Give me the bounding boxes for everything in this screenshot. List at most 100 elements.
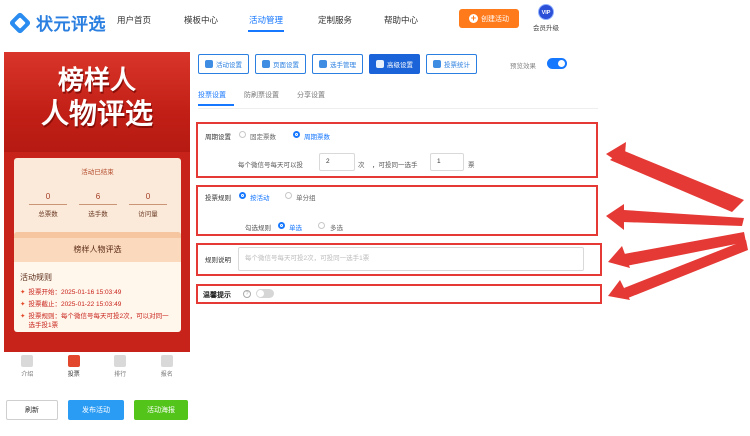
rule-text: 投票开始：2025-01-16 15:03:49	[28, 289, 122, 296]
subtab-share-settings[interactable]: 分享设置	[297, 90, 325, 100]
stat-divider	[29, 204, 67, 205]
sliders-icon	[376, 60, 384, 68]
option-single-group[interactable]: 单分组	[296, 192, 316, 202]
preview-tab-intro[interactable]: 介绍	[4, 352, 51, 382]
preview-tab-label: 报名	[160, 372, 173, 378]
preview-tab-vote[interactable]: 投票	[51, 352, 98, 382]
stat-value: 0	[145, 192, 151, 201]
stat-value: 6	[95, 192, 101, 201]
vip-upgrade[interactable]: VIP 会员升级	[531, 4, 561, 32]
daily-limit-unit: 次	[358, 162, 365, 169]
preview-tab-label: 投票	[67, 372, 80, 378]
tab-label: 页面设置	[273, 62, 299, 69]
logo[interactable]: 状元评选	[8, 10, 106, 35]
rule-item: ✦ 投票截止：2025-01-22 15:03:49	[20, 300, 175, 309]
rule-description-textarea[interactable]: 每个微信号每天可投2次，可投同一选手1票	[238, 247, 584, 271]
rule-text: 投票截止：2025-01-22 15:03:49	[28, 301, 122, 308]
tab-activity-settings[interactable]: 活动设置	[198, 54, 249, 74]
option-multi-select[interactable]: 多选	[330, 222, 343, 232]
stat-total-votes: 0 总票数	[23, 192, 73, 218]
nav-custom-service[interactable]: 定制服务	[318, 14, 352, 26]
star-icon: ✦	[20, 289, 26, 296]
preview-toggle[interactable]	[547, 58, 567, 69]
subtab-active-indicator	[198, 104, 234, 106]
tab-vote-statistics[interactable]: 投票统计	[426, 54, 477, 74]
select-rule-label: 勾选规则	[245, 225, 271, 232]
arrow-head-icon	[606, 204, 624, 230]
radio-by-activity[interactable]	[239, 192, 246, 199]
tab-label: 选手管理	[330, 62, 356, 69]
preview-toggle-label: 预览效果	[510, 63, 536, 70]
help-icon[interactable]: ?	[243, 290, 251, 298]
radio-single-select[interactable]	[278, 222, 285, 229]
option-fixed-votes[interactable]: 固定票数	[250, 131, 276, 141]
banner-title-line2: 人物评选	[40, 97, 153, 130]
preview-tab-label: 介绍	[21, 372, 34, 378]
nav-active-indicator	[248, 30, 284, 32]
activity-poster-button[interactable]: 活动海报	[134, 400, 188, 420]
preview-tab-label: 排行	[114, 372, 127, 378]
star-icon: ✦	[20, 301, 26, 308]
radio-fixed-votes[interactable]	[239, 131, 246, 138]
refresh-button[interactable]: 刷新	[6, 400, 58, 420]
nav-templates[interactable]: 模板中心	[184, 14, 218, 26]
stat-visits: 0 访问量	[123, 192, 173, 218]
daily-limit-label: 每个微信号每天可以投	[238, 162, 303, 169]
nav-home[interactable]: 用户首页	[117, 14, 151, 26]
arrow-icon	[610, 150, 744, 212]
option-single-select[interactable]: 单选	[289, 222, 302, 232]
tab-label: 高级设置	[387, 62, 413, 69]
nav-help[interactable]: 帮助中心	[384, 14, 418, 26]
logo-icon	[8, 11, 32, 34]
logo-text: 状元评选	[36, 15, 106, 34]
stat-label: 总票数	[38, 211, 58, 218]
vip-label: 会员升级	[533, 25, 559, 32]
crown-icon	[114, 355, 127, 367]
preview-banner: 榜样人 人物评选	[4, 52, 190, 152]
top-navbar: 状元评选 用户首页 模板中心 活动管理 定制服务 帮助中心 + 创建活动 VIP…	[0, 0, 750, 40]
radio-multi-select[interactable]	[318, 222, 325, 229]
same-contestant-input[interactable]: 1	[430, 153, 464, 171]
create-activity-button[interactable]: + 创建活动	[459, 9, 519, 28]
preview-tab-signup[interactable]: 报名	[144, 352, 191, 382]
publish-activity-button[interactable]: 发布活动	[68, 400, 124, 420]
activity-title: 榜样人物评选	[14, 238, 181, 262]
users-icon	[319, 60, 327, 68]
stat-label: 访问量	[138, 211, 158, 218]
plus-icon: +	[469, 13, 478, 23]
mobile-preview: 榜样人 人物评选 活动已结束 0 总票数 6 选手数 0 访问量 榜样人物评选 …	[4, 52, 190, 352]
stat-divider	[129, 204, 167, 205]
preview-bottom-tabs: 介绍 投票 排行 报名	[4, 352, 190, 382]
reminder-toggle[interactable]	[256, 289, 274, 298]
stat-divider	[79, 204, 117, 205]
plus-circle-icon	[205, 60, 213, 68]
option-by-activity[interactable]: 按活动	[250, 192, 270, 202]
tab-label: 活动设置	[216, 62, 242, 69]
nav-activity-management[interactable]: 活动管理	[249, 14, 283, 26]
subtab-vote-settings[interactable]: 投票设置	[198, 90, 226, 100]
arrow-icon	[622, 210, 744, 226]
subtab-anti-cheat[interactable]: 防刷票设置	[244, 90, 279, 100]
option-cycle-votes[interactable]: 周期票数	[304, 131, 330, 141]
activity-status: 活动已结束	[81, 169, 114, 176]
rules-heading: 活动规则	[20, 273, 52, 282]
preview-tab-rank[interactable]: 排行	[97, 352, 144, 382]
tab-page-settings[interactable]: 页面设置	[255, 54, 306, 74]
divider	[198, 108, 598, 109]
tab-advanced-settings[interactable]: 高级设置	[369, 54, 420, 74]
home-icon	[67, 355, 80, 367]
radio-cycle-votes[interactable]	[293, 131, 300, 138]
stat-value: 0	[45, 192, 51, 201]
star-icon: ✦	[20, 313, 26, 320]
daily-limit-input[interactable]: 2	[319, 153, 355, 171]
annotation-arrows	[606, 142, 748, 300]
vip-icon: VIP	[538, 4, 554, 20]
radio-single-group[interactable]	[285, 192, 292, 199]
vote-rule-label: 投票规则	[205, 195, 231, 202]
gear-icon	[262, 60, 270, 68]
create-activity-label: 创建活动	[481, 15, 509, 23]
reminder-label: 温馨提示	[203, 292, 231, 299]
tab-contestant-management[interactable]: 选手管理	[312, 54, 363, 74]
stat-contestants: 6 选手数	[73, 192, 123, 218]
rule-description-label: 规则说明	[205, 257, 231, 264]
